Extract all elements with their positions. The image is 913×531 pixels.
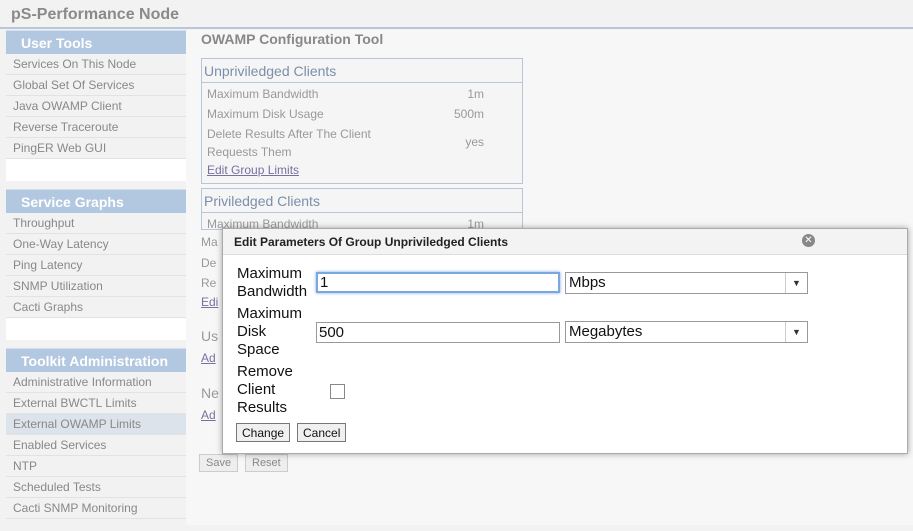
partial-text: Ne	[201, 385, 219, 401]
label-line: Maximum	[237, 265, 303, 282]
label-line: Bandwidth	[237, 283, 308, 300]
select-value: Mbps	[569, 274, 606, 291]
section-header: Service Graphs	[6, 189, 186, 213]
group-title: Priviledged Clients	[202, 189, 522, 213]
sidebar-section-service-graphs: Service Graphs Throughput One-Way Latenc…	[6, 189, 186, 340]
sidebar-item-enabled-services[interactable]: Enabled Services	[6, 435, 186, 456]
group-row: Maximum Bandwidth 1m	[202, 213, 522, 231]
chevron-down-icon: ▼	[785, 322, 807, 342]
group-row: Delete Results After The Client Requests…	[202, 123, 522, 161]
sidebar-item-cacti-snmp-monitoring[interactable]: Cacti SNMP Monitoring	[6, 498, 186, 519]
sidebar-section-toolkit-administration: Toolkit Administration Administrative In…	[6, 348, 186, 519]
sidebar-item-cacti-graphs[interactable]: Cacti Graphs	[6, 297, 186, 318]
label-line: Space	[237, 341, 280, 358]
reset-button[interactable]: Reset	[245, 454, 288, 472]
dialog-titlebar[interactable]: Edit Parameters Of Group Unpriviledged C…	[223, 229, 907, 255]
group-row: Maximum Disk Usage 500m	[202, 103, 522, 123]
disk-unit-select[interactable]: Megabytes ▼	[565, 321, 808, 343]
row-value: 500m	[453, 107, 484, 121]
disk-space-field[interactable]	[316, 322, 560, 343]
sidebar-item-pinger-web-gui[interactable]: PingER Web GUI	[6, 138, 186, 159]
cancel-button[interactable]: Cancel	[297, 423, 347, 442]
disk-space-label: Maximum Disk Space	[237, 305, 302, 359]
sidebar-section-user-tools: User Tools Services On This Node Global …	[6, 30, 186, 181]
row-label: Maximum Disk Usage	[207, 107, 324, 121]
bandwidth-label: Maximum Bandwidth	[237, 265, 307, 301]
sidebar: User Tools Services On This Node Global …	[6, 30, 186, 527]
label-line: Maximum	[237, 305, 303, 322]
partial-link[interactable]: Ad	[201, 351, 216, 365]
edit-group-limits-link[interactable]: Edit Group Limits	[202, 161, 522, 179]
section-header: Toolkit Administration	[6, 348, 186, 372]
sidebar-spacer	[6, 318, 186, 340]
label-line: Results	[237, 399, 288, 416]
change-button[interactable]: Change	[236, 423, 291, 442]
row-value: 1m	[467, 87, 484, 101]
partial-text: Us	[201, 328, 219, 344]
section-header: User Tools	[6, 30, 186, 54]
close-icon[interactable]: ✕	[802, 234, 815, 247]
save-button[interactable]: Save	[199, 454, 239, 472]
partial-text: Re	[201, 276, 217, 290]
sidebar-item-external-bwctl-limits[interactable]: External BWCTL Limits	[6, 393, 186, 414]
top-bar: pS-Performance Node	[0, 0, 913, 29]
partial-link[interactable]: Ad	[201, 408, 216, 422]
sidebar-item-external-owamp-limits[interactable]: External OWAMP Limits	[6, 414, 186, 435]
row-value: yes	[465, 135, 484, 149]
partial-link[interactable]: Edi	[201, 295, 218, 309]
group-unpriviledged-clients: Unpriviledged Clients Maximum Bandwidth …	[201, 58, 523, 184]
group-priviledged-clients: Priviledged Clients Maximum Bandwidth 1m	[201, 188, 523, 231]
select-value: Megabytes	[569, 323, 643, 340]
partial-text: De	[201, 256, 217, 270]
row-label: Maximum Bandwidth	[207, 87, 319, 101]
sidebar-item-reverse-traceroute[interactable]: Reverse Traceroute	[6, 117, 186, 138]
edit-parameters-dialog: Edit Parameters Of Group Unpriviledged C…	[222, 228, 908, 454]
sidebar-item-throughput[interactable]: Throughput	[6, 213, 186, 234]
bandwidth-field[interactable]	[316, 272, 560, 293]
bandwidth-unit-select[interactable]: Mbps ▼	[565, 272, 808, 294]
app-title: pS-Performance Node	[11, 6, 180, 23]
dialog-title: Edit Parameters Of Group Unpriviledged C…	[234, 235, 509, 249]
group-row: Maximum Bandwidth 1m	[202, 83, 522, 103]
sidebar-item-one-way-latency[interactable]: One-Way Latency	[6, 234, 186, 255]
sidebar-spacer	[6, 159, 186, 181]
sidebar-item-ntp[interactable]: NTP	[6, 456, 186, 477]
group-title: Unpriviledged Clients	[202, 59, 522, 83]
sidebar-item-snmp-utilization[interactable]: SNMP Utilization	[6, 276, 186, 297]
chevron-down-icon: ▼	[785, 273, 807, 293]
partial-text: Ma	[201, 235, 218, 249]
row-label: Delete Results After The Client Requests…	[207, 127, 371, 159]
remove-results-checkbox[interactable]	[330, 384, 345, 399]
label-line: Remove	[237, 363, 293, 380]
label-line: Client	[237, 381, 276, 398]
sidebar-item-services-on-this-node[interactable]: Services On This Node	[6, 54, 186, 75]
sidebar-item-ping-latency[interactable]: Ping Latency	[6, 255, 186, 276]
page-title: OWAMP Configuration Tool	[201, 31, 384, 47]
sidebar-item-administrative-information[interactable]: Administrative Information	[6, 372, 186, 393]
label-line: Disk	[237, 323, 267, 340]
sidebar-item-global-set-of-services[interactable]: Global Set Of Services	[6, 75, 186, 96]
sidebar-item-java-owamp-client[interactable]: Java OWAMP Client	[6, 96, 186, 117]
remove-results-label: Remove Client Results	[237, 363, 293, 417]
sidebar-item-scheduled-tests[interactable]: Scheduled Tests	[6, 477, 186, 498]
